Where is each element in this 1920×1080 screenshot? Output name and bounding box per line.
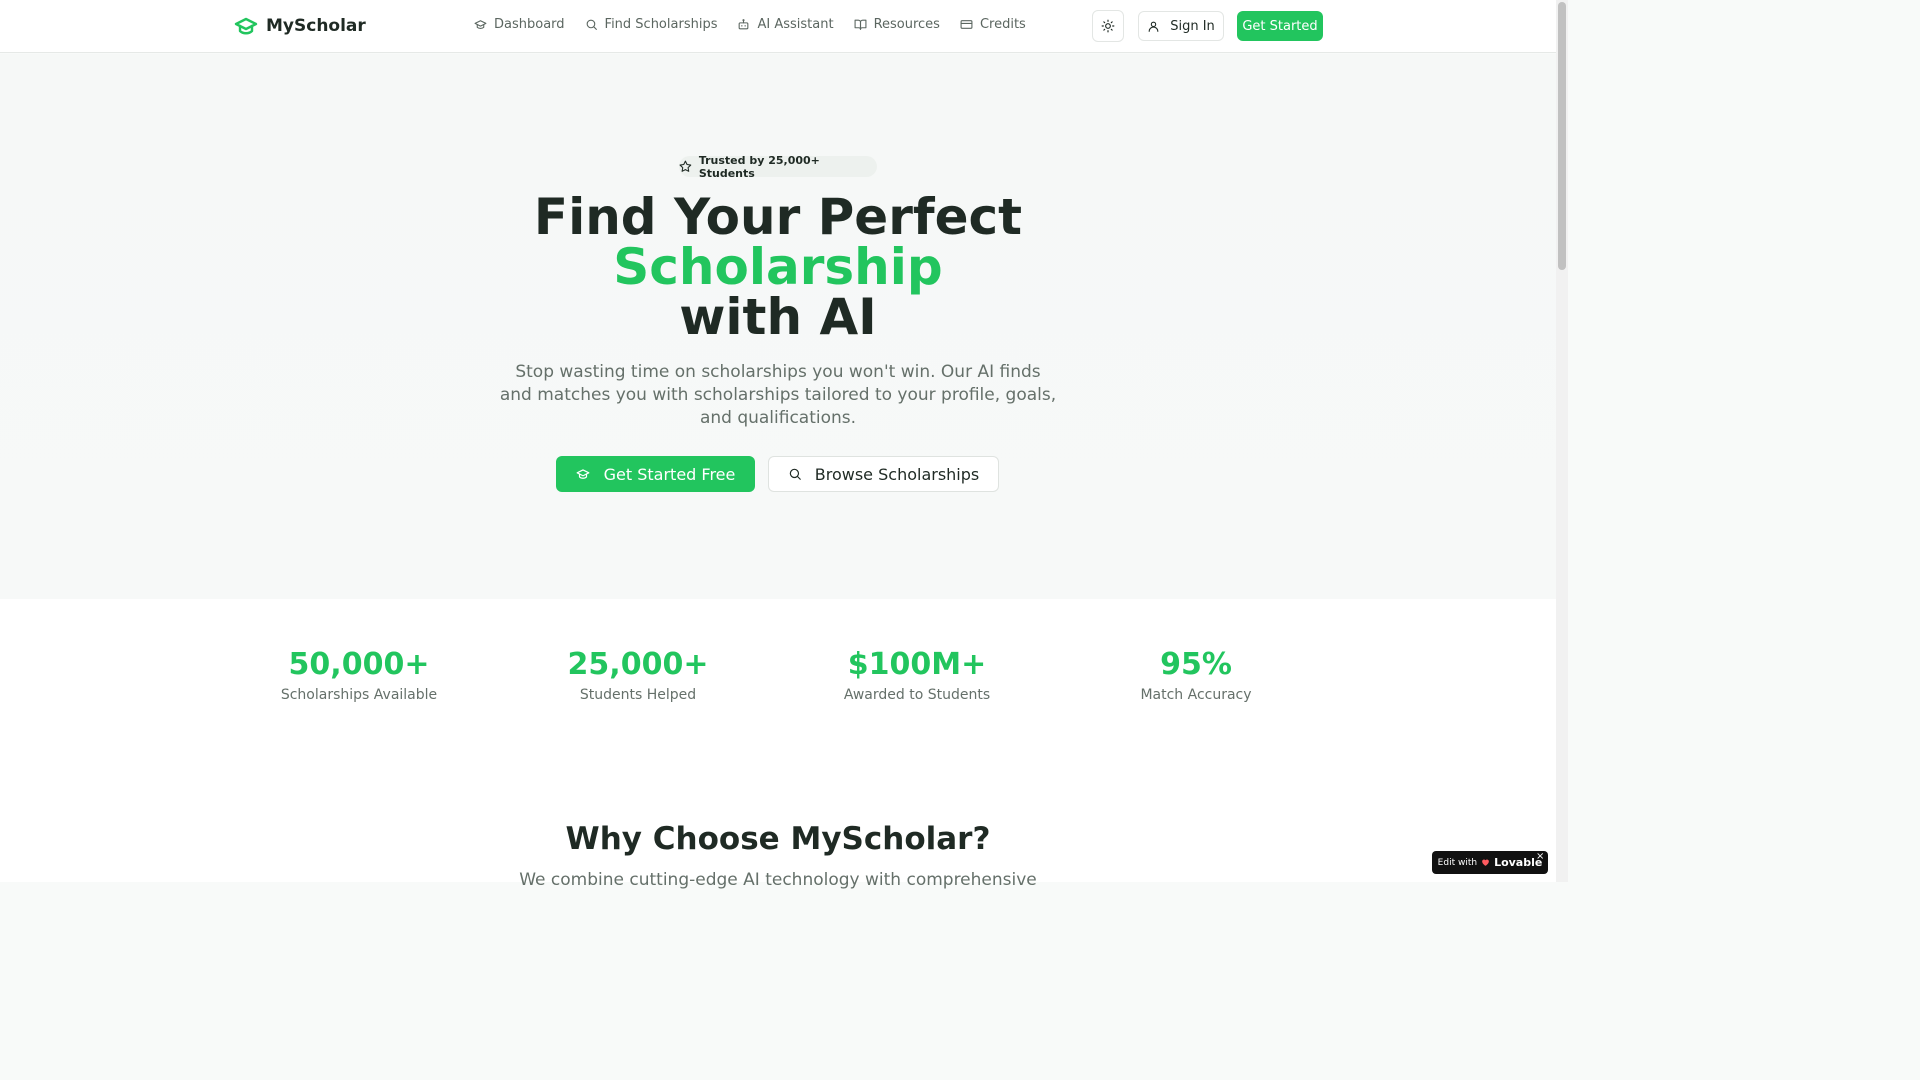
credit-card-icon (960, 20, 973, 29)
why-choose-title: Why Choose MyScholar? (565, 821, 991, 857)
user-icon (1148, 21, 1159, 32)
trust-badge-text: Trusted by 25,000+ Students (698, 153, 820, 180)
stat-label: Students Helped (579, 687, 697, 703)
hero-title: Find Your Perfect Scholarship with AI (378, 192, 1178, 342)
star-icon (679, 160, 692, 172)
browse-scholarships-label: Browse Scholarships (814, 464, 980, 484)
edit-with-lovable-badge[interactable]: Edit with Lovable (1432, 851, 1548, 874)
page-scrollbar[interactable] (1556, 0, 1568, 882)
hero-subtitle: Stop wasting time on scholarships you wo… (499, 362, 1057, 428)
nav-find-scholarships-label: Find Scholarships (604, 17, 718, 32)
bot-icon (739, 19, 749, 30)
nav-find-scholarships[interactable]: Find Scholarships (585, 17, 718, 32)
header-get-started-button[interactable]: Get Started (1237, 11, 1323, 41)
nav-resources-label: Resources (873, 17, 940, 32)
book-open-icon (854, 19, 867, 30)
nav-dashboard[interactable]: Dashboard (474, 17, 565, 32)
graduation-cap-icon (474, 20, 487, 29)
sign-in-button[interactable]: Sign In (1138, 11, 1224, 41)
theme-toggle-button[interactable] (1092, 10, 1124, 42)
get-started-free-button[interactable]: Get Started Free (556, 456, 755, 492)
trust-badge: Trusted by 25,000+ Students (679, 153, 877, 180)
nav-ai-assistant[interactable]: AI Assistant (737, 17, 834, 32)
get-started-free-label: Get Started Free (603, 464, 736, 484)
why-choose-subtitle: We combine cutting-edge AI technology wi… (519, 870, 1037, 890)
stat-scholarships: 50,000+ Scholarships Available (239, 646, 479, 703)
stat-label: Scholarships Available (280, 687, 438, 703)
brand-logo[interactable]: MyScholar (233, 14, 366, 38)
main-nav: Dashboard Find Scholarships AI Assistant… (474, 17, 1026, 32)
search-icon (789, 468, 801, 480)
stat-label: Awarded to Students (843, 687, 991, 703)
stat-value: $100M+ (847, 647, 987, 682)
stat-students: 25,000+ Students Helped (518, 646, 758, 703)
sun-icon (1101, 19, 1115, 33)
top-navbar: MyScholar Dashboard Find Scholarships AI… (0, 0, 1556, 53)
heart-icon (1482, 859, 1489, 866)
stat-value: 25,000+ (567, 647, 709, 682)
stat-label: Match Accuracy (1140, 687, 1252, 703)
close-icon[interactable]: × (1536, 851, 1544, 862)
lovable-prefix: Edit with (1437, 857, 1478, 868)
nav-dashboard-label: Dashboard (494, 17, 565, 32)
graduation-cap-icon (576, 469, 590, 479)
brand-name: MyScholar (266, 16, 366, 36)
nav-credits-label: Credits (979, 17, 1026, 32)
graduation-cap-icon (234, 17, 258, 35)
stat-awarded: $100M+ Awarded to Students (797, 646, 1037, 703)
browse-scholarships-button[interactable]: Browse Scholarships (768, 456, 999, 492)
stat-accuracy: 95% Match Accuracy (1076, 646, 1316, 703)
nav-resources[interactable]: Resources (854, 17, 940, 32)
stat-value: 95% (1160, 647, 1232, 682)
scrollbar-thumb[interactable] (1558, 2, 1566, 270)
search-icon (586, 19, 597, 30)
stat-value: 50,000+ (288, 647, 430, 682)
nav-credits[interactable]: Credits (960, 17, 1026, 32)
nav-ai-assistant-label: AI Assistant (757, 17, 834, 32)
sign-in-label: Sign In (1170, 18, 1215, 34)
hero-title-line3: with AI (679, 288, 877, 346)
